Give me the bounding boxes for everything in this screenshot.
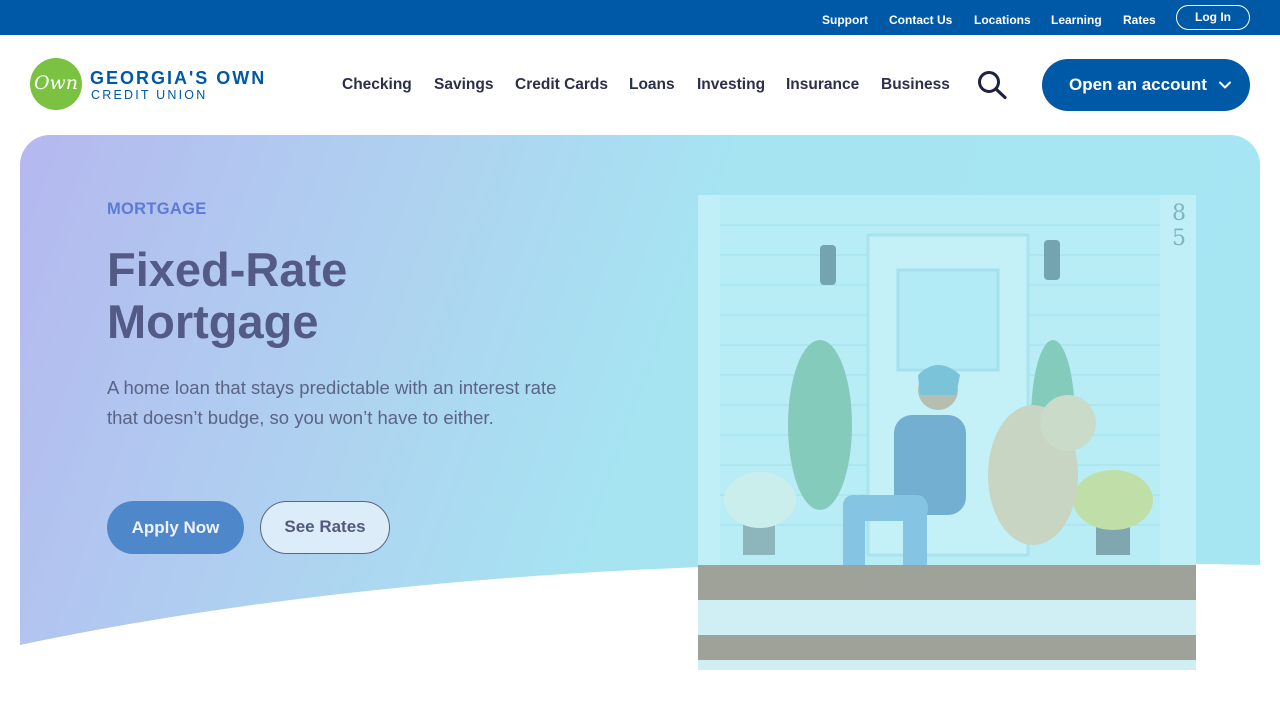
photo-tint-overlay bbox=[698, 195, 1196, 670]
nav-item-credit-cards[interactable]: Credit Cards bbox=[515, 76, 608, 94]
utility-link-locations[interactable]: Locations bbox=[974, 13, 1031, 27]
hero-title: Fixed-Rate Mortgage bbox=[107, 243, 348, 348]
nav-item-investing[interactable]: Investing bbox=[697, 76, 765, 94]
hero-description: A home loan that stays predictable with … bbox=[107, 377, 557, 428]
nav-item-loans[interactable]: Loans bbox=[629, 76, 675, 94]
nav-item-savings[interactable]: Savings bbox=[434, 76, 493, 94]
hero-eyebrow: MORTGAGE bbox=[107, 200, 207, 218]
logo-script: Own bbox=[33, 72, 79, 94]
open-account-label: Open an account bbox=[1069, 75, 1207, 94]
hero-photo: 8 5 bbox=[698, 195, 1196, 670]
utility-link-contact-us[interactable]: Contact Us bbox=[889, 13, 952, 27]
nav-item-business[interactable]: Business bbox=[881, 76, 950, 94]
see-rates-button[interactable]: See Rates bbox=[260, 501, 390, 554]
utility-link-learning[interactable]: Learning bbox=[1051, 13, 1102, 27]
logo-mark: Own bbox=[30, 58, 82, 110]
brand-logo[interactable]: Own GEORGIA'S OWN CREDIT UNION bbox=[30, 58, 275, 112]
utility-link-support[interactable]: Support bbox=[822, 13, 868, 27]
chevron-down-icon bbox=[1219, 81, 1231, 89]
utility-link-rates[interactable]: Rates bbox=[1123, 13, 1156, 27]
nav-item-checking[interactable]: Checking bbox=[342, 76, 412, 94]
login-button[interactable]: Log In bbox=[1176, 5, 1250, 30]
search-button[interactable] bbox=[976, 70, 1008, 100]
open-account-button[interactable]: Open an account bbox=[1042, 59, 1250, 111]
utility-bar: Support Contact Us Locations Learning Ra… bbox=[0, 0, 1280, 35]
apply-now-button[interactable]: Apply Now bbox=[107, 501, 244, 554]
brand-subtitle: CREDIT UNION bbox=[91, 88, 208, 102]
search-icon bbox=[978, 71, 1007, 100]
brand-name: GEORGIA'S OWN bbox=[90, 68, 267, 88]
nav-item-insurance[interactable]: Insurance bbox=[786, 76, 859, 94]
